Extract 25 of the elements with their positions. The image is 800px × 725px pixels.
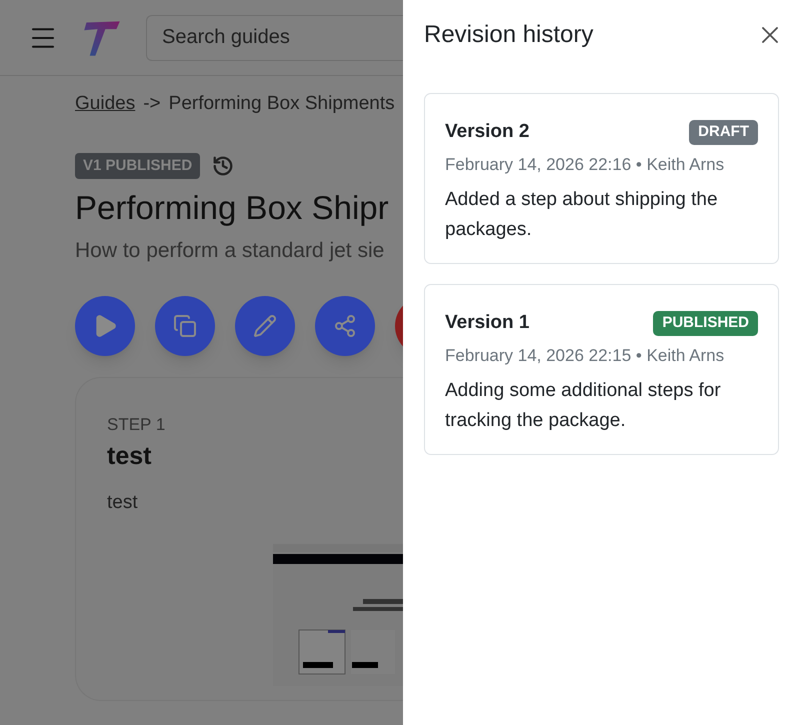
step-label: STEP 1 bbox=[107, 414, 166, 436]
revision-status: PUBLISHED bbox=[653, 311, 758, 336]
guide-title: Performing Box Shipr bbox=[75, 188, 390, 228]
revision-title: Version 2 bbox=[445, 120, 530, 144]
breadcrumb-current: Performing Box Shipments bbox=[168, 92, 395, 116]
breadcrumb-link[interactable]: Guides bbox=[75, 90, 136, 118]
share-icon bbox=[333, 314, 357, 338]
search-field[interactable]: Search guides bbox=[146, 14, 403, 60]
revision-status: DRAFT bbox=[689, 120, 758, 144]
guide-subtitle: How to perform a standard jet sie bbox=[75, 238, 386, 264]
drawer-title: Revision history bbox=[424, 20, 594, 50]
pencil-icon bbox=[253, 314, 277, 338]
breadcrumb-separator: -> bbox=[143, 92, 161, 116]
revision-title: Version 1 bbox=[445, 311, 530, 335]
status-badge: V1 PUBLISHED bbox=[75, 152, 200, 179]
revision-card[interactable]: Version 2 DRAFT February 14, 2026 22:16 • Keith Arns Added a step about shipping the packages. bbox=[424, 93, 779, 264]
copy-icon bbox=[173, 314, 197, 338]
revision-note: Adding some additional steps for tracking the package. bbox=[445, 379, 722, 433]
revision-meta: February 14, 2026 22:15 • Keith Arns bbox=[445, 344, 726, 366]
history-icon[interactable] bbox=[212, 154, 234, 177]
revision-note: Added a step about shipping the packages. bbox=[445, 188, 719, 242]
step-title: test bbox=[107, 440, 152, 472]
revision-meta: February 14, 2026 22:16 • Keith Arns bbox=[445, 154, 726, 176]
revision-card[interactable]: Version 1 PUBLISHED February 14, 2026 22:15 • Keith Arns Adding some additional steps for tracking the package. bbox=[424, 284, 779, 455]
step-body: test bbox=[107, 491, 139, 515]
